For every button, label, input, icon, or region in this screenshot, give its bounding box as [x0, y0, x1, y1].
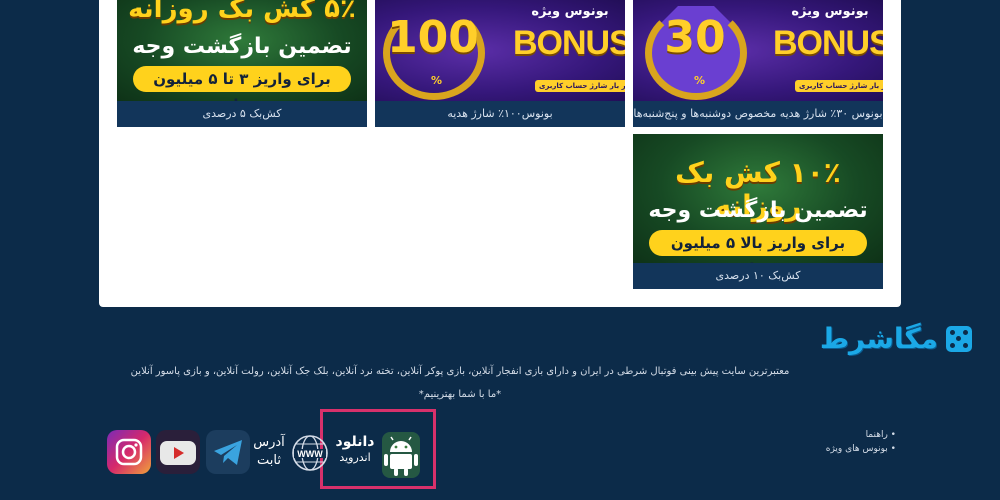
- card-caption: بونوس۱۰۰٪ شارژ هدیه: [375, 101, 625, 127]
- banner-pill: برای واریز بالا ۵ میلیون تومان: [649, 230, 867, 263]
- banner-subline: تضمین بازگشت وجه: [648, 198, 868, 223]
- globe-www-icon: WWW: [292, 435, 328, 471]
- logo-text: مگاشرط: [819, 322, 938, 355]
- banner-pill: برای واریز ۳ تا ۵ میلیون تومان: [133, 66, 351, 101]
- youtube-icon: [160, 441, 196, 465]
- bonus-percent: %: [431, 74, 443, 87]
- dice-icon: [946, 326, 972, 352]
- footer-link-guide[interactable]: • راهنما: [780, 428, 896, 442]
- android-label: اندروید: [339, 451, 371, 464]
- bonus-title: بونوس ویژه: [531, 4, 609, 19]
- youtube-button[interactable]: [156, 430, 200, 474]
- bonus100-banner[interactable]: 100 % بونوس ویژه BONUS به ازای هر بار شا…: [375, 0, 625, 101]
- address-label: آدرس: [253, 435, 285, 450]
- cashback10-banner[interactable]: ۱۰٪ کش بک روزانه تضمین بازگشت وجه برای و…: [633, 134, 883, 263]
- instagram-button[interactable]: [107, 430, 151, 474]
- bonus-percent: %: [694, 74, 706, 87]
- site-description: معتبرترین سایت پیش بینی فوتبال شرطی در ا…: [130, 366, 790, 377]
- bonus30-banner[interactable]: 30 % بونوس ویژه BONUS به ازای هر بار شار…: [633, 0, 883, 101]
- bonus-tag: به ازای هر بار شارژ حساب کاربری: [535, 80, 625, 92]
- bonus-number: 30: [664, 12, 726, 63]
- instagram-icon: [115, 438, 143, 466]
- promo-card-bonus100[interactable]: 100 % بونوس ویژه BONUS به ازای هر بار شا…: [375, 0, 625, 127]
- card-caption: کش‌بک ۵ درصدی: [117, 101, 367, 127]
- promo-card-cashback5[interactable]: ۵٪ کش بک روزانه تضمین بازگشت وجه برای وا…: [117, 0, 367, 127]
- bonus-number: 100: [387, 12, 479, 63]
- download-label: دانلود: [335, 434, 375, 450]
- promo-card-bonus30[interactable]: 30 % بونوس ویژه BONUS به ازای هر بار شار…: [633, 0, 883, 127]
- www-text: WWW: [297, 449, 323, 459]
- bonus-word: BONUS: [513, 24, 625, 62]
- android-icon: [382, 432, 420, 478]
- content-panel: ۵٪ کش بک روزانه تضمین بازگشت وجه برای وا…: [99, 0, 901, 307]
- telegram-icon: [214, 440, 242, 465]
- cashback5-banner[interactable]: ۵٪ کش بک روزانه تضمین بازگشت وجه برای وا…: [117, 0, 367, 101]
- card-caption: بونوس ۳۰٪ شارژ هدیه مخصوص دوشنبه‌ها و پن…: [633, 101, 883, 127]
- footer-links: • راهنما • بونوس های ویژه: [780, 428, 896, 456]
- bonus-title: بونوس ویژه: [791, 4, 869, 19]
- fixed-label: ثابت: [257, 453, 281, 468]
- card-caption: کش‌بک ۱۰ درصدی: [633, 263, 883, 289]
- site-slogan: *ما با شما بهترینیم*: [418, 389, 502, 400]
- banner-subline: تضمین بازگشت وجه: [132, 34, 352, 59]
- banner-headline: ۵٪ کش بک روزانه: [128, 0, 356, 24]
- bonus-word: BONUS: [773, 24, 883, 62]
- fixed-address-button[interactable]: آدرس ثابت WWW: [252, 430, 332, 476]
- footer-link-special-bonus[interactable]: • بونوس های ویژه: [780, 442, 896, 456]
- promo-card-cashback10[interactable]: ۱۰٪ کش بک روزانه تضمین بازگشت وجه برای و…: [633, 134, 883, 289]
- telegram-button[interactable]: [206, 430, 250, 474]
- download-android-button[interactable]: دانلود اندروید: [330, 426, 426, 482]
- bonus-tag: به ازای هر بار شارژ حساب کاربری: [795, 80, 883, 92]
- site-logo[interactable]: مگاشرط: [806, 320, 972, 362]
